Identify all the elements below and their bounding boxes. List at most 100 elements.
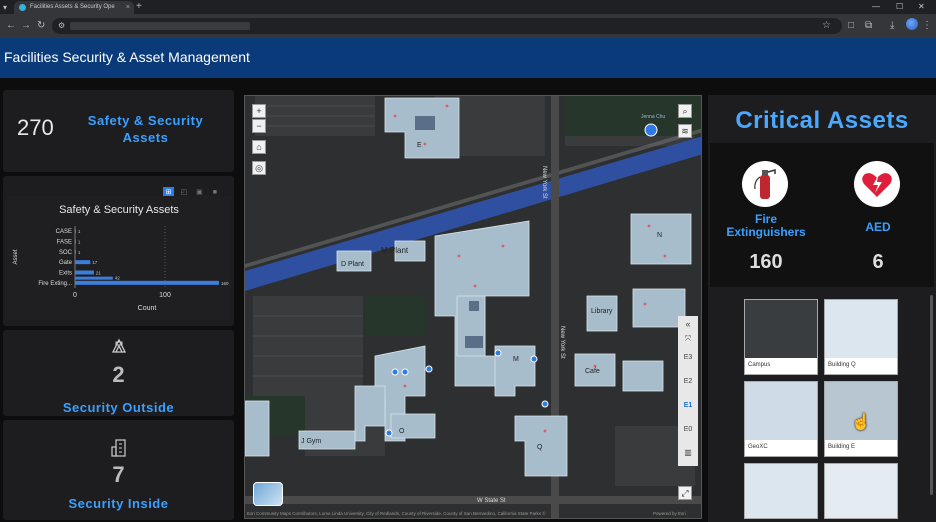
- back-icon[interactable]: ←: [6, 19, 16, 33]
- layers-icon[interactable]: ≋: [678, 124, 692, 138]
- total-assets-label: Safety & Security Assets: [73, 112, 218, 146]
- thumbnail-building-q[interactable]: Building Q: [824, 299, 898, 375]
- map-label-d-plant: D Plant: [341, 261, 364, 268]
- menu-icon[interactable]: ⋮: [922, 18, 932, 34]
- y-tick-label: Exits: [59, 271, 72, 277]
- building-icon: [111, 438, 129, 458]
- total-assets-label-line1: Safety & Security: [87, 113, 204, 128]
- new-tab-button[interactable]: +: [136, 0, 142, 13]
- locate-icon[interactable]: ◎: [252, 161, 266, 175]
- street-label-new-york: New York St: [541, 166, 547, 199]
- profile-avatar[interactable]: [906, 18, 918, 30]
- browser-tab[interactable]: Facilities Assets & Security Ope ×: [14, 1, 134, 14]
- y-tick-label: Gate: [59, 260, 73, 266]
- bar: [75, 270, 94, 275]
- floor-e0[interactable]: E0: [678, 426, 698, 433]
- map-label-m-plant: M Plant: [381, 246, 409, 255]
- bar-value-label: 1: [78, 240, 81, 245]
- total-assets-panel: 270 Safety & Security Assets: [3, 90, 234, 172]
- site-info-icon[interactable]: ⚙: [58, 19, 65, 33]
- thumbnail-more-2-image: [825, 464, 897, 518]
- favicon-icon: [19, 4, 26, 11]
- campus-map[interactable]: New York St New York St W State St M Pla…: [244, 95, 702, 519]
- address-bar[interactable]: ⚙ ☆: [52, 18, 842, 34]
- x-tick-label: 100: [159, 292, 171, 299]
- bar-partial-label: 42: [115, 276, 121, 281]
- chart-panel: ⊞ ◰ ▣ ■ Safety & Security Assets CASE 1 FAS…: [3, 176, 234, 326]
- floor-e3[interactable]: E3: [678, 354, 698, 361]
- forward-icon[interactable]: →: [21, 19, 31, 33]
- y-tick-label: CASE: [56, 229, 72, 235]
- tab-search-icon[interactable]: ▾: [3, 1, 7, 15]
- basemap-toggle[interactable]: [253, 482, 283, 506]
- zoom-in-button[interactable]: +: [252, 104, 266, 118]
- maximize-button[interactable]: ☐: [896, 0, 903, 13]
- fire-extinguisher-count: 160: [749, 251, 783, 273]
- thumbnail-building-e[interactable]: Building E ☝: [824, 381, 898, 457]
- thumbnail-label-building-e: Building E: [828, 444, 856, 450]
- floor-e2[interactable]: E2: [678, 378, 698, 385]
- bar: [75, 249, 76, 254]
- thumbnail-scrollbar[interactable]: [930, 295, 933, 495]
- aed-label: AED: [865, 220, 891, 234]
- total-assets-label-line2: Assets: [122, 130, 169, 145]
- bookmark-star-icon[interactable]: ☆: [822, 18, 831, 34]
- street-label-new-york-2: New York St: [559, 326, 565, 359]
- thumbnail-label-building-q: Building Q: [828, 362, 856, 368]
- y-tick-label: SOC: [59, 250, 73, 256]
- bar: [75, 260, 91, 265]
- thumbnail-label-campus: Campus: [748, 362, 771, 368]
- fire-extinguisher-card: Fire Extinguishers 160: [710, 143, 822, 287]
- aed-count: 6: [872, 251, 884, 273]
- puzzle-icon[interactable]: ⧉: [865, 18, 872, 34]
- bar-value-label: 1: [78, 250, 81, 255]
- minimize-button[interactable]: —: [872, 0, 880, 13]
- app-header: Facilities Security & Asset Management: [0, 38, 936, 78]
- y-tick-label: Fire Exting...: [38, 281, 72, 287]
- zoom-out-button[interactable]: −: [252, 119, 266, 133]
- security-inside-label: Security Inside: [68, 496, 169, 511]
- x-tick-label: 0: [73, 292, 77, 299]
- download-icon[interactable]: ⤓: [890, 18, 894, 34]
- thumbnail-more-1-image: [745, 464, 817, 518]
- chart-area: Safety & Security Assets CASE 1 FASE 1 SOC 1 Ga…: [7, 196, 231, 320]
- bar: [75, 239, 76, 244]
- map-label-j-gym: J Gym: [301, 438, 322, 445]
- thumbnail-label-geoxc: GeoXC: [748, 444, 768, 450]
- facility-icon[interactable]: ▥: [678, 448, 698, 457]
- street-label-w-state: W State St: [477, 498, 506, 504]
- geoxc-thumbnail-image: [745, 382, 817, 440]
- security-inside-value: 7: [112, 462, 125, 487]
- tab-title: Facilities Assets & Security Ope: [30, 4, 115, 10]
- home-icon[interactable]: ⌂: [252, 140, 266, 154]
- search-icon[interactable]: ⌕: [678, 104, 692, 118]
- bar-chart: Safety & Security Assets CASE 1 FASE 1 SOC 1 Ga…: [13, 204, 229, 312]
- reload-icon[interactable]: ↻: [37, 19, 45, 33]
- map-canvas[interactable]: [245, 96, 702, 519]
- total-assets-value: 270: [17, 115, 54, 140]
- map-label-n: N: [657, 232, 663, 239]
- map-label-m: M: [513, 356, 519, 363]
- thumbnail-more-1[interactable]: [744, 463, 818, 519]
- thumbnail-geoxc[interactable]: GeoXC: [744, 381, 818, 457]
- url-text: [70, 22, 250, 30]
- security-outside-panel: 2 Security Outside: [3, 330, 234, 416]
- thumbnail-campus[interactable]: Campus: [744, 299, 818, 375]
- security-inside-panel: 7 Security Inside: [3, 420, 234, 520]
- building-select-icon[interactable]: ⤧: [678, 334, 698, 344]
- floor-e1[interactable]: E1: [678, 402, 698, 409]
- building-q-thumbnail-image: [825, 300, 897, 358]
- powered-by-text: Powered by Esri: [653, 511, 686, 516]
- fire-extinguisher-label: Fire Extinguishers: [710, 213, 822, 239]
- security-outside-value: 2: [112, 362, 125, 387]
- fullscreen-icon[interactable]: ⤢: [678, 486, 692, 500]
- chart-title: Safety & Security Assets: [59, 204, 179, 216]
- collapse-icon[interactable]: «: [678, 319, 698, 329]
- close-window-button[interactable]: ✕: [918, 0, 925, 13]
- map-label-q: Q: [537, 444, 543, 451]
- map-label-library: Library: [591, 308, 613, 315]
- extension-icon[interactable]: □: [848, 18, 854, 34]
- thumbnail-more-2[interactable]: [824, 463, 898, 519]
- tab-close-icon[interactable]: ×: [126, 1, 130, 14]
- map-label-jenna: Jenna Chu: [641, 114, 666, 120]
